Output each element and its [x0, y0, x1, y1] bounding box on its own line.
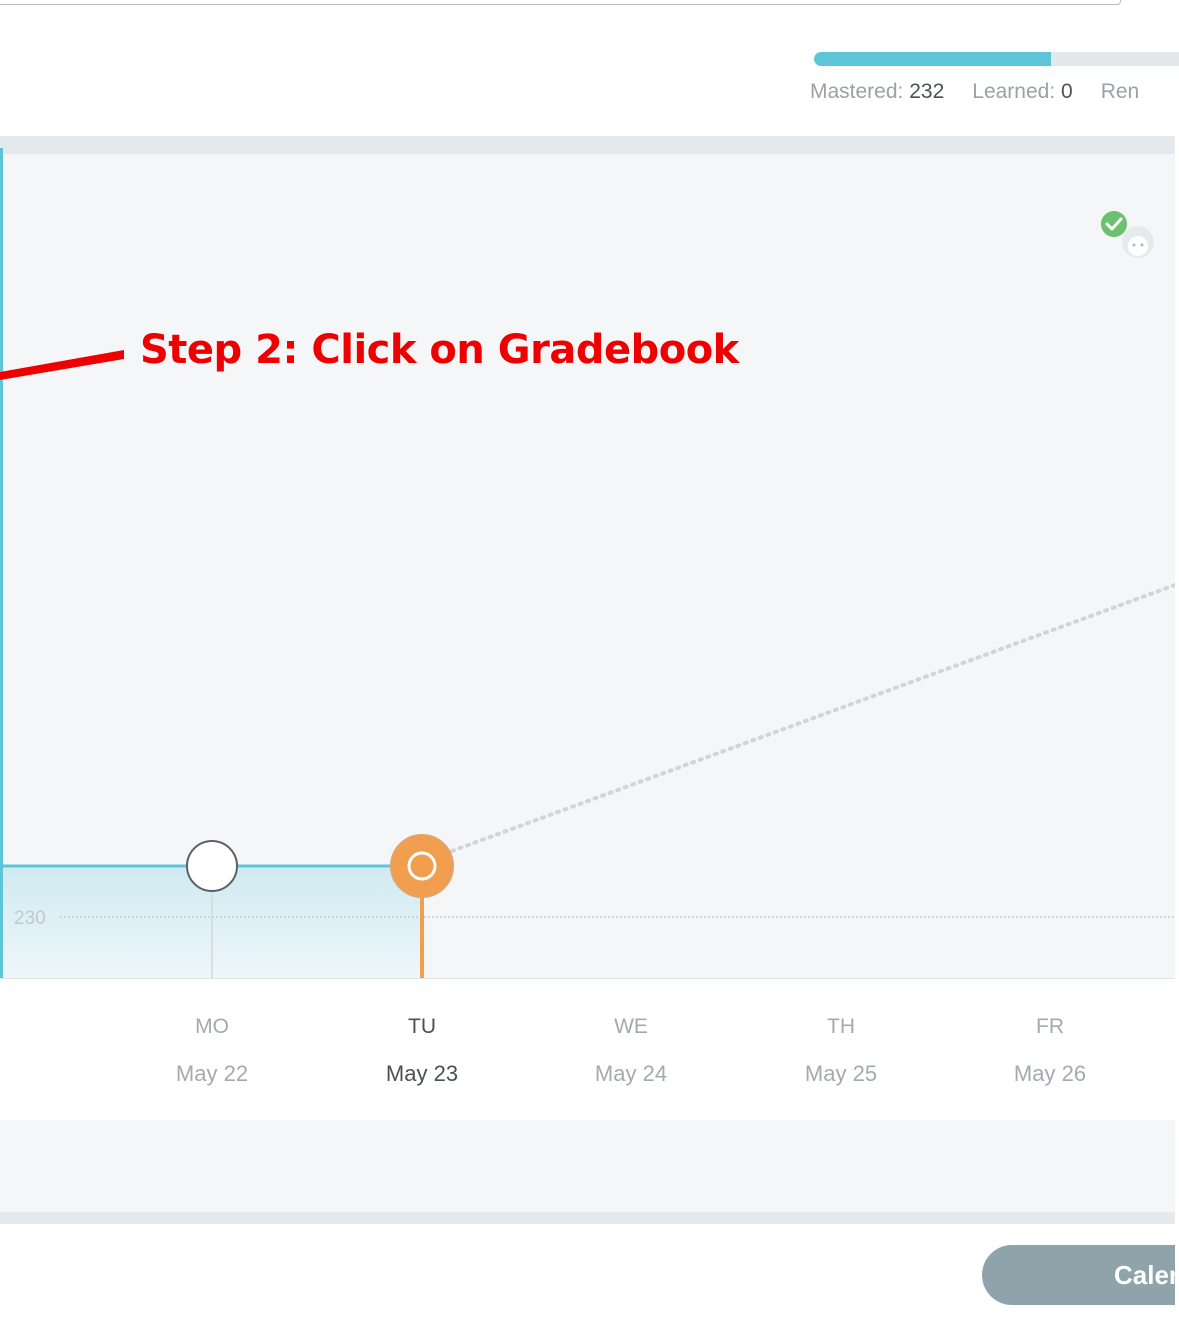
mastered-label: Mastered: [810, 80, 904, 103]
day-abbr: TU [408, 1015, 436, 1038]
mastery-progress-bar [814, 52, 1179, 66]
section-divider [0, 1212, 1175, 1224]
window-top-strip [0, 0, 1179, 14]
learned-label: Learned: [972, 80, 1056, 103]
section-divider [0, 136, 1179, 154]
mo-progress-point[interactable] [186, 840, 238, 892]
day-abbr: WE [614, 1015, 648, 1038]
learned-count: 0 [1061, 80, 1073, 103]
day-date: May 24 [594, 1061, 668, 1086]
viewport-edge [1175, 136, 1179, 1326]
progress-graph-svg: 230 [0, 583, 1175, 978]
toolbar-edge [0, 0, 1121, 5]
days-row: MO May 22 TU May 23 WE May 24 TH May 25 … [0, 978, 1175, 1122]
annotation-text: Step 2: Click on Gradebook [140, 327, 739, 373]
day-date: May 25 [804, 1061, 878, 1086]
content-area [0, 1120, 1175, 1212]
today-progress-point[interactable] [390, 834, 454, 898]
projected-progress-line [450, 583, 1175, 853]
calendar-button[interactable]: Calendar [982, 1245, 1179, 1305]
avatar-icon[interactable] [1098, 208, 1158, 264]
day-abbr: FR [1036, 1015, 1064, 1038]
mastery-stats: Mastered: 232 Learned: 0 Ren [810, 80, 1139, 104]
day-abbr: TH [827, 1015, 855, 1038]
progress-graph: 230 [0, 154, 1175, 978]
check-icon [1101, 211, 1127, 237]
mastered-count: 232 [909, 80, 945, 103]
day-date: May 23 [385, 1061, 459, 1086]
annotation-arrow [0, 350, 124, 380]
mastery-progress-fill [814, 52, 1051, 66]
day-date: May 22 [175, 1061, 249, 1086]
remaining-label: Ren [1100, 80, 1140, 103]
day-abbr: MO [195, 1015, 229, 1038]
header-bar [0, 14, 1179, 136]
y-tick-label: 230 [14, 908, 46, 929]
day-date: May 26 [1013, 1061, 1087, 1086]
